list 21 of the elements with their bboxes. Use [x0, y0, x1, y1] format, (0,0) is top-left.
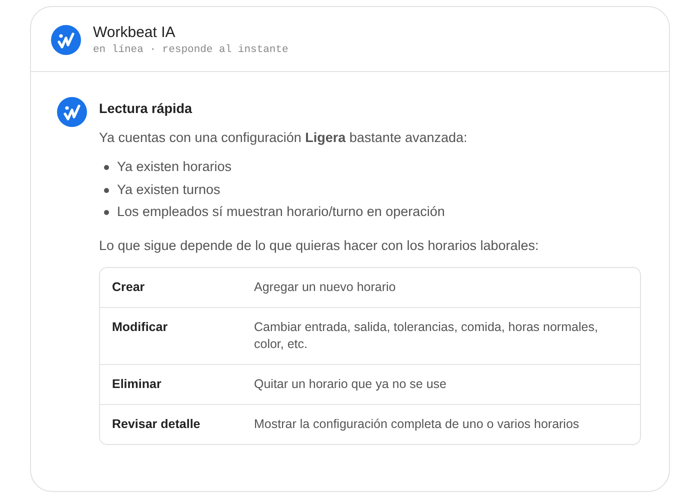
- table-cell: Mostrar la configuración completa de uno o varios horarios: [242, 404, 640, 444]
- logo-icon: [51, 24, 81, 54]
- message-text: Lo que sigue depende de lo que quieras hacer con los horarios laborales:: [99, 238, 540, 252]
- bullet-icon: [104, 165, 109, 170]
- table-cell-text: Agregar un nuevo horario: [253, 278, 397, 296]
- table-cell: Revisar detalle: [100, 404, 242, 444]
- table-cell: Cambiar entrada, salida, tolerancias, comida, horas normales, color, etc.: [242, 306, 640, 364]
- table-cell-text: Crear: [111, 278, 146, 296]
- list-item: Ya existen turnos: [117, 182, 220, 196]
- table-cell: Modificar: [100, 306, 242, 364]
- table-cell: Eliminar: [100, 364, 242, 404]
- chat-title: Workbeat IA: [93, 24, 176, 40]
- logo-icon: [57, 97, 87, 127]
- message-heading: Lectura rápida: [99, 101, 194, 116]
- list-item: Los empleados sí muestran horario/turno en operación: [117, 204, 445, 219]
- bullet-icon: [104, 188, 109, 192]
- message-text: Ya cuentas con una configuración Ligera bastante avanzada:: [99, 130, 468, 145]
- table-cell: Quitar un horario que ya no se use: [242, 364, 640, 404]
- list-item: Ya existen horarios: [117, 159, 232, 174]
- bullet-icon: [104, 210, 109, 215]
- status-text: en línea · responde al instante: [93, 44, 288, 56]
